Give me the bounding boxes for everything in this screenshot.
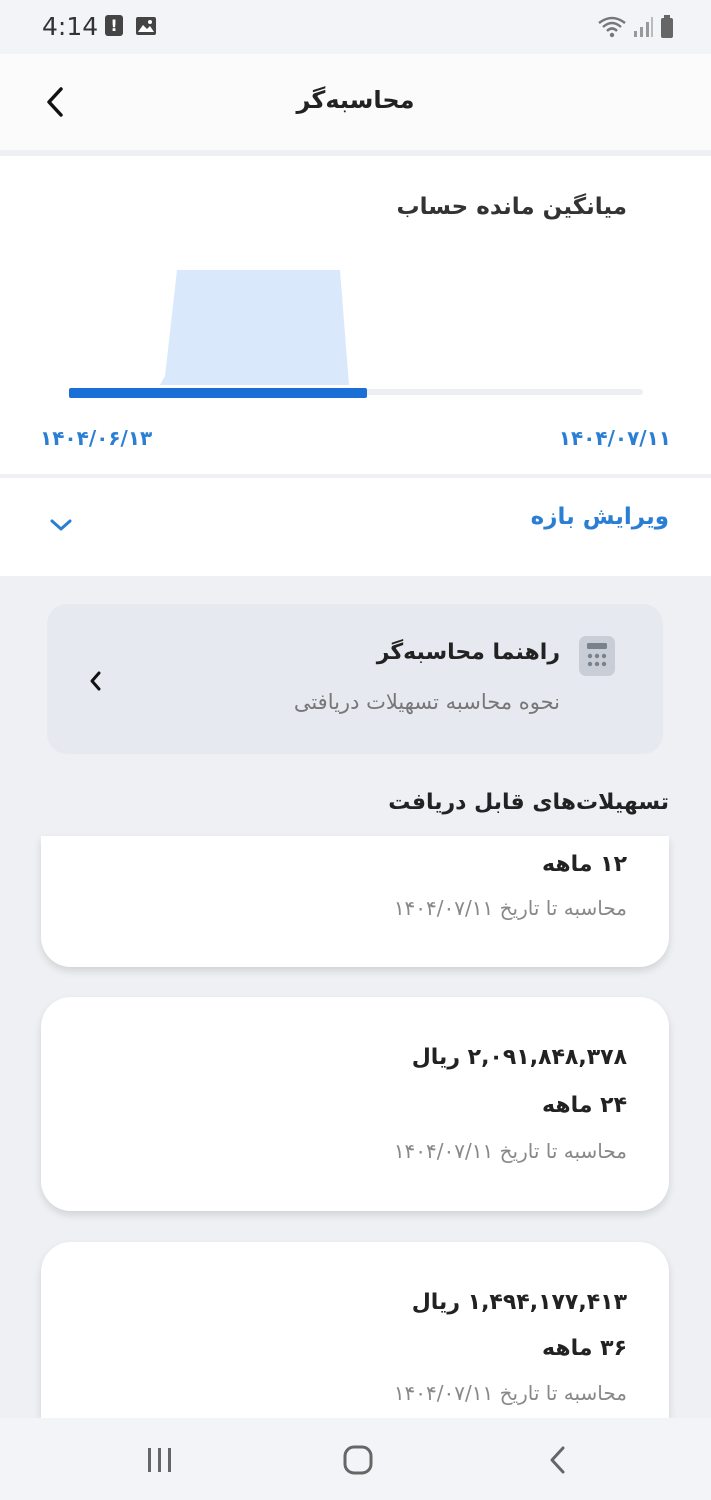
edit-range-label[interactable]: ویرایش بازه: [531, 504, 669, 530]
status-bar: 4:14 !: [0, 0, 711, 54]
offer-amount: ۱,۴۹۴,۱۷۷,۴۱۳ ریال: [411, 1290, 627, 1315]
offer-date: محاسبه تا تاریخ ۱۴۰۴/۰۷/۱۱: [393, 1381, 627, 1405]
loan-offer-card[interactable]: ۱۲ ماهه محاسبه تا تاریخ ۱۴۰۴/۰۷/۱۱: [41, 836, 669, 967]
offers-section-title: تسهیلات‌های قابل دریافت: [388, 790, 669, 815]
alert-notification-icon: !: [105, 15, 123, 36]
edit-range-row[interactable]: ویرایش بازه: [0, 478, 711, 576]
loan-offer-card[interactable]: ۲,۰۹۱,۸۴۸,۳۷۸ ریال ۲۴ ماهه محاسبه تا تار…: [41, 997, 669, 1211]
loan-offer-card[interactable]: ۱,۴۹۴,۱۷۷,۴۱۳ ریال ۳۶ ماهه محاسبه تا تار…: [41, 1242, 669, 1418]
offer-term: ۱۲ ماهه: [542, 852, 627, 877]
x-axis-start-label: ۱۴۰۴/۰۶/۱۳: [40, 426, 153, 450]
calculator-guide-card[interactable]: راهنما محاسبه‌گر نحوه محاسبه تسهیلات دری…: [47, 604, 663, 754]
calculator-icon: [579, 636, 615, 676]
offer-term: ۳۶ ماهه: [542, 1336, 627, 1361]
guide-title: راهنما محاسبه‌گر: [376, 640, 560, 665]
wifi-icon: [598, 16, 626, 38]
range-progress: [69, 388, 367, 398]
image-notification-icon: [136, 17, 156, 35]
chevron-left-icon[interactable]: [87, 670, 105, 692]
chevron-down-icon[interactable]: [48, 516, 74, 534]
offer-term: ۲۴ ماهه: [542, 1093, 627, 1118]
page-title: محاسبه‌گر: [296, 86, 415, 114]
status-time: 4:14: [42, 12, 99, 41]
system-back-icon[interactable]: [538, 1440, 578, 1480]
offer-date: محاسبه تا تاریخ ۱۴۰۴/۰۷/۱۱: [393, 896, 627, 920]
recent-apps-icon[interactable]: [140, 1440, 180, 1480]
battery-icon: [661, 15, 673, 38]
balance-area: [160, 270, 349, 385]
top-app-bar: محاسبه‌گر: [0, 54, 711, 150]
system-navigation-bar: [0, 1418, 711, 1500]
status-icons: [597, 14, 675, 40]
home-icon[interactable]: [338, 1440, 378, 1480]
x-axis-end-label: ۱۴۰۴/۰۷/۱۱: [558, 426, 671, 450]
guide-subtitle: نحوه محاسبه تسهیلات دریافتی: [293, 690, 560, 714]
offer-date: محاسبه تا تاریخ ۱۴۰۴/۰۷/۱۱: [393, 1139, 627, 1163]
offer-amount: ۲,۰۹۱,۸۴۸,۳۷۸ ریال: [411, 1045, 627, 1070]
signal-icon: [633, 17, 653, 37]
balance-chart-card: میانگین مانده حساب ۱۴۰۴/۰۶/۱۳ ۱۴۰۴/۰۷/۱۱: [0, 156, 711, 474]
